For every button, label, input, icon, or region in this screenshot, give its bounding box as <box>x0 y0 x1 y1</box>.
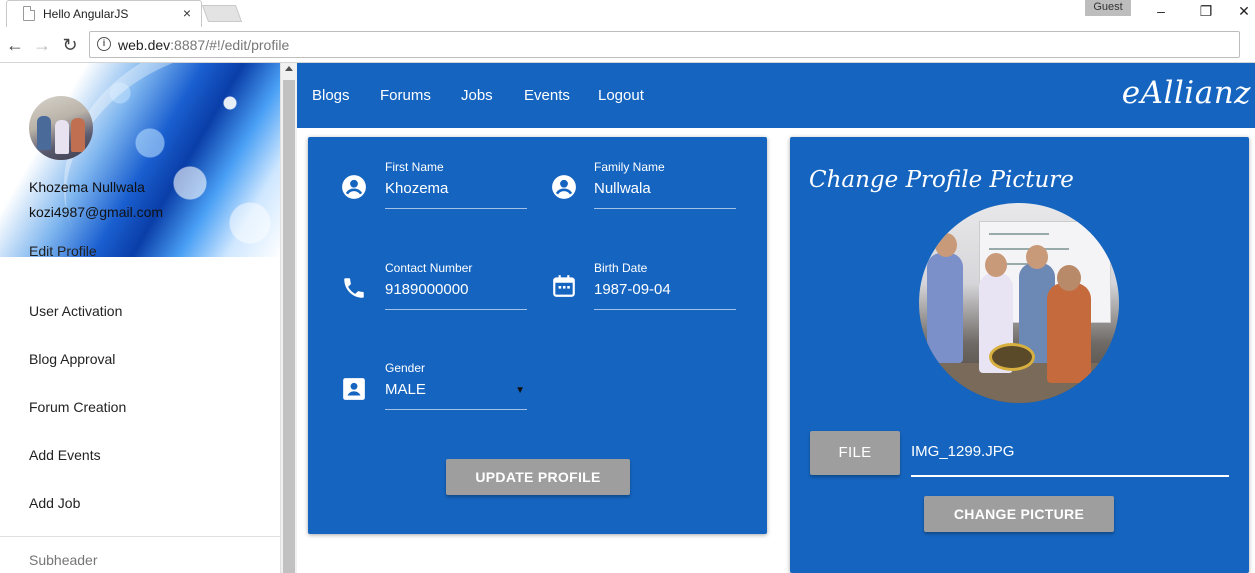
nav-link-logout[interactable]: Logout <box>598 87 644 104</box>
browser-tab[interactable]: Hello AngularJS × <box>6 0 202 27</box>
file-browse-button[interactable]: FILE <box>810 431 900 475</box>
user-email: kozi4987@gmail.com <box>29 204 164 220</box>
change-picture-card: Change Profile Picture FILE IMG_1299.JPG… <box>790 137 1249 573</box>
family-name-label: Family Name <box>594 160 665 174</box>
window-close-icon[interactable]: ✕ <box>1232 3 1255 20</box>
sidebar-scrollbar[interactable] <box>281 63 297 573</box>
page-favicon-icon <box>23 6 35 21</box>
first-name-underline <box>385 208 527 209</box>
sidebar-item-user-activation[interactable]: User Activation <box>29 303 122 319</box>
contact-number-input[interactable]: 9189000000 <box>385 281 468 298</box>
first-name-input[interactable]: Khozema <box>385 180 448 197</box>
account-circle-icon <box>342 175 366 199</box>
profile-picture-preview <box>919 203 1119 403</box>
url-path: :8887/#!/edit/profile <box>170 37 290 53</box>
sidebar-item-add-events[interactable]: Add Events <box>29 447 101 463</box>
sidebar: Khozema Nullwala kozi4987@gmail.com Edit… <box>0 63 281 573</box>
sidebar-header-banner: Khozema Nullwala kozi4987@gmail.com Edit… <box>0 63 280 257</box>
sidebar-item-add-job[interactable]: Add Job <box>29 495 80 511</box>
family-name-input[interactable]: Nullwala <box>594 180 651 197</box>
nav-link-events[interactable]: Events <box>524 87 570 104</box>
scrollbar-thumb[interactable] <box>283 80 295 573</box>
guest-profile-badge[interactable]: Guest <box>1085 0 1131 16</box>
scroll-up-arrow-icon[interactable] <box>285 66 293 71</box>
phone-icon <box>344 278 364 298</box>
sidebar-item-blog-approval[interactable]: Blog Approval <box>29 351 115 367</box>
change-picture-title: Change Profile Picture <box>809 167 1074 193</box>
reload-icon[interactable]: ↻ <box>60 35 80 55</box>
birth-date-label: Birth Date <box>594 261 648 275</box>
gender-underline <box>385 409 527 410</box>
birth-date-underline <box>594 309 736 310</box>
family-name-underline <box>594 208 736 209</box>
nav-link-blogs[interactable]: Blogs <box>312 87 350 104</box>
sidebar-item-edit-profile[interactable]: Edit Profile <box>29 243 97 257</box>
back-arrow-icon[interactable]: ← <box>5 35 25 55</box>
restore-icon[interactable]: ❐ <box>1194 3 1218 20</box>
sidebar-subheader: Subheader <box>29 552 98 568</box>
change-picture-button[interactable]: CHANGE PICTURE <box>924 496 1114 532</box>
new-tab-button[interactable] <box>201 5 243 22</box>
calendar-icon <box>553 275 575 297</box>
sidebar-item-forum-creation[interactable]: Forum Creation <box>29 399 126 415</box>
nav-link-jobs[interactable]: Jobs <box>461 87 493 104</box>
app-navbar: Blogs Forums Jobs Events Logout eAllianz <box>297 63 1255 128</box>
dropdown-caret-icon[interactable]: ▼ <box>515 385 525 396</box>
contact-number-label: Contact Number <box>385 261 473 275</box>
tab-title: Hello AngularJS <box>43 7 129 21</box>
banner-decoration <box>20 63 280 257</box>
forward-arrow-icon[interactable]: → <box>32 35 52 55</box>
browser-tab-bar: Hello AngularJS × Guest – ❐ ✕ <box>0 0 1255 27</box>
tab-close-icon[interactable]: × <box>183 5 191 21</box>
brand-logo[interactable]: eAllianz <box>1122 75 1251 111</box>
address-bar: ← → ↻ i web.dev:8887/#!/edit/profile <box>0 27 1255 63</box>
file-name-underline <box>911 475 1229 477</box>
url-input[interactable]: i web.dev:8887/#!/edit/profile <box>89 31 1240 58</box>
profile-form-card: First Name Khozema Family Name Nullwala … <box>308 137 767 534</box>
first-name-label: First Name <box>385 160 444 174</box>
user-name: Khozema Nullwala <box>29 179 145 195</box>
birth-date-input[interactable]: 1987-09-04 <box>594 281 671 298</box>
contact-number-underline <box>385 309 527 310</box>
account-circle-icon <box>552 175 576 199</box>
minimize-icon[interactable]: – <box>1149 3 1173 19</box>
url-host: web.dev <box>118 37 171 53</box>
nav-link-forums[interactable]: Forums <box>380 87 431 104</box>
contact-card-icon <box>343 378 365 400</box>
site-info-icon[interactable]: i <box>97 37 111 51</box>
url-text: web.dev:8887/#!/edit/profile <box>118 37 289 53</box>
selected-file-name[interactable]: IMG_1299.JPG <box>911 443 1014 460</box>
sidebar-divider <box>0 536 280 537</box>
gender-selected-value[interactable]: MALE <box>385 381 426 398</box>
gender-label: Gender <box>385 361 426 375</box>
avatar[interactable] <box>29 96 93 160</box>
update-profile-button[interactable]: UPDATE PROFILE <box>446 459 630 495</box>
